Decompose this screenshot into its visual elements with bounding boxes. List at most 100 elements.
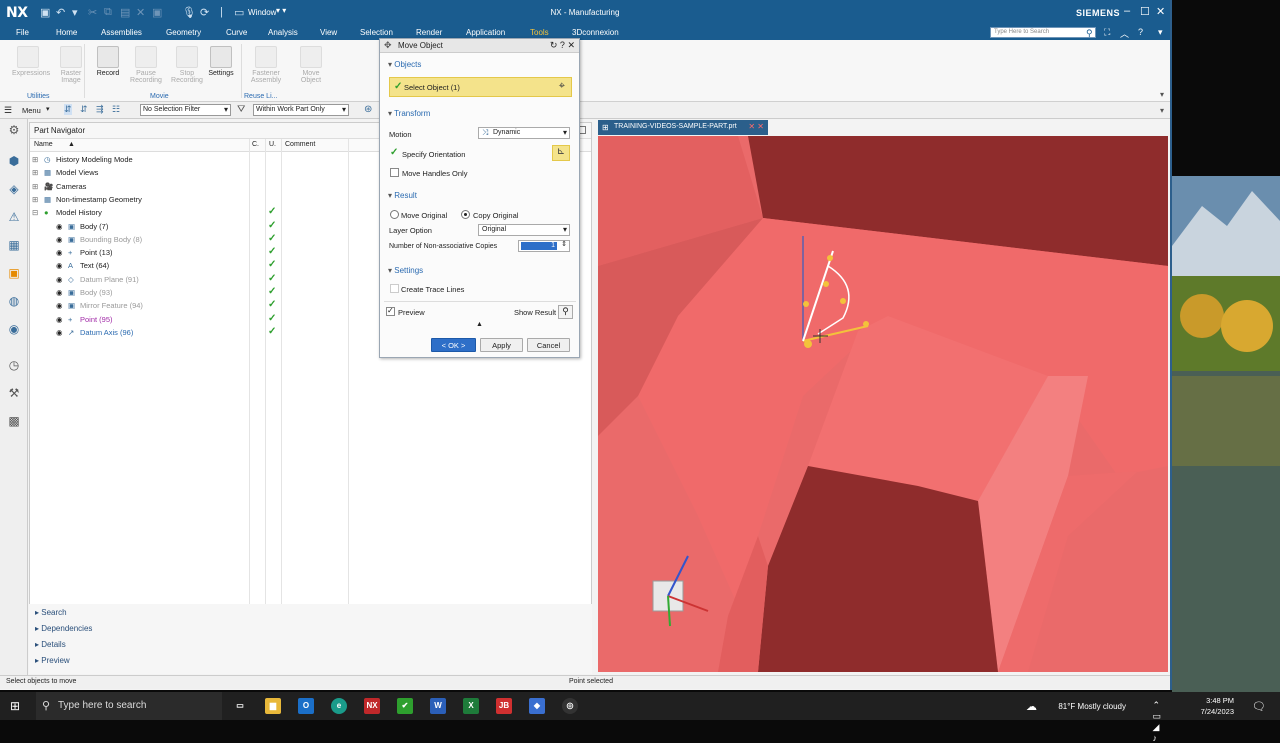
constraint-navigator-icon[interactable]: ⚠ — [6, 209, 22, 225]
move-original-radio[interactable] — [390, 210, 399, 219]
copies-input[interactable]: 1 ⇕ — [518, 240, 570, 252]
help-icon[interactable]: ? — [1138, 27, 1143, 37]
notification-icon[interactable]: 🗨 — [1252, 700, 1266, 713]
column-comment[interactable]: Comment — [285, 141, 315, 148]
settings-section[interactable]: Settings — [388, 266, 423, 275]
nx-tool-icon[interactable]: ✔ — [397, 698, 413, 714]
clock-icon[interactable]: ◷ — [6, 357, 22, 373]
raster-image-button[interactable]: Raster Image — [55, 46, 87, 84]
move-handles-only-checkbox[interactable] — [390, 168, 399, 177]
visibility-icon[interactable]: ◉ — [56, 275, 63, 284]
panel-details[interactable]: ▸ Details — [35, 640, 66, 649]
tab-render[interactable]: Render — [416, 28, 442, 37]
column-uptodate[interactable]: U. — [269, 141, 276, 148]
assembly-navigator-icon[interactable]: ◈ — [6, 181, 22, 197]
rotate-handle[interactable] — [840, 298, 846, 304]
menu-button[interactable]: Menu — [22, 106, 41, 115]
select-features-icon[interactable]: ⇵ — [64, 104, 72, 115]
expand-icon[interactable]: ⊞ — [32, 155, 38, 164]
selection-filter-select[interactable]: No Selection Filter — [140, 104, 231, 116]
reset-icon[interactable]: ↻ — [550, 40, 558, 50]
taskbar-search[interactable]: ⚲ Type here to search — [36, 692, 222, 720]
expand-icon[interactable]: ⊞ — [32, 182, 38, 191]
app-icon[interactable]: ◎ — [562, 698, 578, 714]
selection-scope-select[interactable]: Within Work Part Only — [253, 104, 349, 116]
web-browser-icon[interactable]: ◍ — [6, 293, 22, 309]
visibility-icon[interactable]: ◉ — [56, 235, 63, 244]
csys-dialog-icon[interactable]: ⊾ — [552, 145, 570, 161]
copy-original-radio[interactable] — [461, 210, 470, 219]
tab-tools[interactable]: Tools — [530, 28, 549, 37]
panel-dependencies[interactable]: ▸ Dependencies — [35, 624, 92, 633]
record-button[interactable]: Record — [92, 46, 124, 77]
excel-icon[interactable]: X — [463, 698, 479, 714]
weather-text[interactable]: 81°F Mostly cloudy — [1058, 702, 1126, 711]
tab-application[interactable]: Application — [466, 28, 505, 37]
select-faces-icon[interactable]: ⇶ — [96, 104, 104, 115]
spinner-icon[interactable]: ⇕ — [561, 240, 567, 248]
ribbon-options-icon[interactable]: ▾ — [1158, 27, 1163, 38]
menu-dropdown-icon[interactable]: ▾ — [46, 105, 50, 113]
expand-icon[interactable]: ⊟ — [32, 208, 38, 217]
task-view-icon[interactable]: ▭ — [232, 698, 248, 714]
ok-button[interactable]: < OK > — [431, 338, 476, 352]
move-object-button[interactable]: Move Object — [295, 46, 327, 84]
selection-bar-options-icon[interactable]: ▾ — [1160, 106, 1164, 115]
clock-date[interactable]: 7/24/2023 — [1201, 707, 1234, 716]
create-trace-lines-checkbox[interactable] — [390, 284, 399, 293]
select-bodies-icon[interactable]: ⇵ — [80, 104, 88, 115]
tab-analysis[interactable]: Analysis — [268, 28, 298, 37]
expand-icon[interactable]: ⊞ — [32, 168, 38, 177]
panel-search[interactable]: ▸ Search — [35, 608, 67, 617]
visibility-icon[interactable]: ◉ — [56, 328, 63, 337]
rotate-handle[interactable] — [823, 281, 829, 287]
cancel-button[interactable]: Cancel — [527, 338, 570, 352]
tab-home[interactable]: Home — [56, 28, 77, 37]
panel-preview[interactable]: ▸ Preview — [35, 656, 70, 665]
visibility-icon[interactable]: ◉ — [56, 261, 63, 270]
word-icon[interactable]: W — [430, 698, 446, 714]
hd3d-tools-icon[interactable]: ▣ — [6, 265, 22, 281]
nx-taskbar-icon[interactable]: NX — [364, 698, 380, 714]
tab-selection[interactable]: Selection — [360, 28, 393, 37]
expand-icon[interactable]: ⊞ — [32, 195, 38, 204]
command-search-input[interactable]: Type Here to Search — [990, 27, 1096, 38]
tab-view[interactable]: View — [320, 28, 337, 37]
transform-section[interactable]: Transform — [388, 109, 430, 118]
maximize-icon[interactable]: ☐ — [1140, 5, 1150, 18]
crosshair-icon[interactable]: ⌖ — [559, 80, 565, 93]
search-icon[interactable]: ⚲ — [1086, 28, 1093, 39]
tab-curve[interactable]: Curve — [226, 28, 247, 37]
app-icon[interactable]: ◆ — [529, 698, 545, 714]
snap-point-icon[interactable]: ⊛ — [364, 104, 372, 115]
tab-assemblies[interactable]: Assemblies — [101, 28, 142, 37]
tab-close-icon[interactable]: ✕ ✕ — [748, 122, 764, 131]
collapse-ribbon-icon[interactable]: ︿ — [1120, 27, 1129, 40]
outlook-icon[interactable]: O — [298, 698, 314, 714]
x-handle[interactable] — [863, 321, 869, 327]
collapse-dialog-icon[interactable]: ▲ — [476, 321, 483, 328]
visibility-icon[interactable]: ◉ — [56, 315, 63, 324]
result-section[interactable]: Result — [388, 191, 417, 200]
layer-option-select[interactable]: Original — [478, 224, 570, 236]
tab-file[interactable]: File — [16, 28, 29, 37]
jb-app-icon[interactable]: JB — [496, 698, 512, 714]
expressions-button[interactable]: Expressions — [12, 46, 50, 77]
select-edges-icon[interactable]: ☷ — [112, 104, 120, 115]
visibility-icon[interactable]: ◉ — [56, 301, 63, 310]
sort-ascending-icon[interactable]: ▲ — [68, 141, 75, 148]
clock-time[interactable]: 3:48 PM — [1206, 696, 1234, 705]
visibility-icon[interactable]: ◉ — [56, 288, 63, 297]
preview-checkbox[interactable]: ✓ — [386, 306, 395, 316]
ribbon-expand-icon[interactable]: ▾ — [1160, 90, 1164, 99]
windows-start-icon[interactable]: ⊞ — [10, 699, 20, 713]
part-navigator-icon[interactable]: ⬢ — [6, 153, 22, 169]
viewport-tab[interactable]: ⊞ TRAINING-VIDEOS-SAMPLE-PART.prt ✕ ✕ — [598, 120, 768, 135]
tab-geometry[interactable]: Geometry — [166, 28, 201, 37]
motion-select[interactable]: ⤨ Dynamic — [478, 127, 570, 139]
dialog-title-bar[interactable]: ✥ Move Object ↻ ? ✕ — [380, 39, 579, 53]
graphics-viewport[interactable] — [598, 136, 1168, 672]
tab-3dconnexion[interactable]: 3Dconnexion — [572, 28, 619, 37]
file-explorer-icon[interactable]: ▆ — [265, 698, 281, 714]
visibility-icon[interactable]: ◉ — [56, 248, 63, 257]
